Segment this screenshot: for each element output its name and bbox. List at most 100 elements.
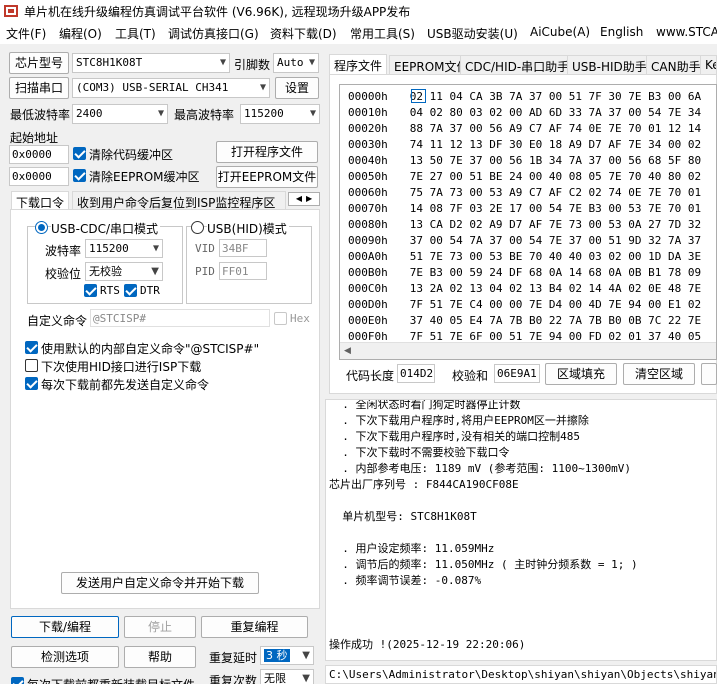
- log-line: 芯片出厂序列号 : F844CA190CF08E: [329, 478, 519, 491]
- hex-row: 00030h 74 11 12 13 DF 30 E0 18 A9 D7 AF 7…: [348, 138, 701, 151]
- dtr-checkbox[interactable]: [124, 284, 137, 297]
- clear-code-checkbox[interactable]: [73, 147, 86, 160]
- log-line: . 调节后的频率: 11.050MHz ( 主时钟分频系数 = 1; ): [329, 558, 638, 571]
- eeprom-address-input[interactable]: 0x0000: [9, 167, 69, 186]
- more-button[interactable]: [701, 363, 717, 385]
- repeat-delay-value: 3 秒: [264, 649, 290, 662]
- chevron-left-icon[interactable]: ◀: [296, 194, 302, 203]
- send-command-before-download-checkbox[interactable]: [25, 377, 38, 390]
- chip-model-button[interactable]: 芯片型号: [9, 52, 69, 74]
- tab-scroll[interactable]: ◀ ▶: [288, 192, 320, 206]
- download-program-button[interactable]: 下载/编程: [11, 616, 119, 638]
- hex-checkbox[interactable]: [274, 312, 287, 325]
- repeat-count-label: 重复次数: [209, 674, 258, 684]
- hex-row-address: 000D0h: [348, 298, 388, 311]
- send-command-download-button[interactable]: 发送用户自定义命令并开始下载: [61, 572, 259, 594]
- hex-row: 00010h 04 02 80 03 02 00 AD 6D 33 7A 37 0…: [348, 106, 701, 119]
- tab-program-file[interactable]: 程序文件: [329, 54, 388, 76]
- port-value: (COM3) USB-SERIAL CH341: [76, 81, 229, 94]
- menu-english[interactable]: English: [600, 25, 643, 39]
- log-line: . 内部参考电压: 1189 mV (参考范围: 1100~1300mV): [329, 462, 632, 475]
- repeat-delay-select[interactable]: 3 秒 ▼: [260, 646, 314, 665]
- menu-website[interactable]: www.STCA: [656, 25, 717, 39]
- custom-command-input[interactable]: @STCISP#: [90, 309, 270, 327]
- hex-row-address: 000C0h: [348, 282, 388, 295]
- scroll-left-icon[interactable]: ◀: [344, 346, 351, 356]
- open-eeprom-file-button[interactable]: 打开EEPROM文件: [216, 166, 318, 188]
- hex-row: 00090h 37 00 54 7A 37 00 54 7E 37 00 51 9…: [348, 234, 701, 247]
- usb-cdc-label: USB-CDC/串口模式: [51, 220, 161, 237]
- open-program-file-button[interactable]: 打开程序文件: [216, 141, 318, 163]
- app-icon: [4, 5, 18, 17]
- pid-label: PID: [195, 265, 215, 278]
- repeat-count-select[interactable]: 无限 ▼: [260, 669, 314, 684]
- pin-count-value: Auto: [277, 56, 304, 69]
- help-button[interactable]: 帮助: [124, 646, 196, 668]
- menu-usb-driver[interactable]: USB驱动安装(U): [427, 25, 518, 42]
- parity-select[interactable]: 无校验 ▼: [85, 262, 163, 281]
- pid-input[interactable]: FF01: [219, 262, 267, 280]
- use-default-command-checkbox[interactable]: [25, 341, 38, 354]
- scan-port-button[interactable]: 扫描串口: [9, 77, 69, 99]
- settings-button[interactable]: 设置: [275, 77, 319, 99]
- hex-row-bytes: 13 50 7E 37 00 56 1B 34 7A 37 00 56 68 5…: [409, 154, 702, 167]
- usb-hid-radio[interactable]: [191, 221, 204, 234]
- hex-row: 00070h 14 08 7F 03 2E 17 00 54 7E B3 00 5…: [348, 202, 701, 215]
- port-select[interactable]: (COM3) USB-SERIAL CH341 ▼: [72, 78, 270, 98]
- menu-common-tools[interactable]: 常用工具(S): [350, 25, 415, 42]
- fill-region-button[interactable]: 区域填充: [545, 363, 617, 385]
- min-baud-label: 最低波特率: [10, 108, 71, 122]
- baud-select[interactable]: 115200 ▼: [85, 239, 163, 258]
- repeat-delay-label: 重复延时: [209, 651, 258, 665]
- menu-program[interactable]: 编程(O): [59, 25, 102, 42]
- reload-file-checkbox[interactable]: [11, 677, 24, 684]
- clear-eeprom-checkbox[interactable]: [73, 169, 86, 182]
- hex-row-address: 00000h: [348, 90, 388, 103]
- dtr-label: DTR: [140, 284, 160, 297]
- min-baud-select[interactable]: 2400 ▼: [72, 104, 168, 124]
- use-hid-next-label: 下次使用HID接口进行ISP下载: [41, 360, 202, 374]
- hex-row-bytes: 13 CA D2 02 A9 D7 AF 7E 73 00 53 0A 27 7…: [409, 218, 702, 231]
- usb-hid-label: USB(HID)模式: [207, 220, 289, 237]
- hex-label: Hex: [290, 312, 310, 325]
- menu-tools[interactable]: 工具(T): [115, 25, 156, 42]
- hex-row-bytes: 37 40 05 E4 7A 7B B0 22 7A 7B B0 0B 7C 2…: [409, 314, 702, 327]
- chip-model-select[interactable]: STC8H1K08T ▼: [72, 53, 230, 73]
- menu-aicube[interactable]: AiCube(A): [530, 25, 590, 39]
- usb-cdc-radio[interactable]: [35, 221, 48, 234]
- use-hid-next-checkbox[interactable]: [25, 359, 38, 372]
- hex-row-address: 00060h: [348, 186, 388, 199]
- code-address-input[interactable]: 0x0000: [9, 145, 69, 164]
- chevron-down-icon: ▼: [157, 108, 164, 119]
- clear-region-button[interactable]: 清空区域: [623, 363, 695, 385]
- hex-row-bytes: 13 2A 02 13 04 02 13 B4 02 14 4A 02 0E 4…: [409, 282, 702, 295]
- use-default-command-label: 使用默认的内部自定义命令"@STCISP#": [41, 342, 260, 356]
- chevron-right-icon[interactable]: ▶: [306, 194, 312, 203]
- log-output[interactable]: . 全闲状态时看门狗定时器停止计数 . 下次下载用户程序时,将用户EEPROM区…: [325, 399, 717, 661]
- pin-count-select[interactable]: Auto ▼: [273, 53, 319, 73]
- log-line: . 用户设定频率: 11.059MHz: [329, 542, 495, 555]
- chevron-down-icon: ▼: [309, 108, 316, 119]
- max-baud-select[interactable]: 115200 ▼: [240, 104, 320, 124]
- vid-input[interactable]: 34BF: [219, 239, 267, 257]
- repeat-program-button[interactable]: 重复编程: [201, 616, 308, 638]
- menu-download[interactable]: 资料下载(D): [270, 25, 337, 42]
- chevron-down-icon: ▼: [151, 266, 159, 277]
- hex-row-address: 000B0h: [348, 266, 388, 279]
- hex-row-address: 00040h: [348, 154, 388, 167]
- rts-checkbox[interactable]: [84, 284, 97, 297]
- hex-row: 000E0h 37 40 05 E4 7A 7B B0 22 7A 7B B0 0…: [348, 314, 701, 327]
- menu-debug[interactable]: 调试仿真接口(G): [168, 25, 259, 42]
- hex-row-address: 000E0h: [348, 314, 388, 327]
- stop-button[interactable]: 停止: [124, 616, 196, 638]
- horizontal-scrollbar[interactable]: ◀: [340, 342, 716, 359]
- menu-file[interactable]: 文件(F): [6, 25, 46, 42]
- hex-row-bytes: 04 02 80 03 02 00 AD 6D 33 7A 37 00 54 7…: [409, 106, 702, 119]
- hex-view[interactable]: 00000h 02 11 04 CA 3B 7A 37 00 51 7F 30 7…: [339, 84, 717, 360]
- tab-more[interactable]: Ke: [700, 55, 717, 74]
- check-options-button[interactable]: 检测选项: [11, 646, 119, 668]
- hex-row-bytes: 7E B3 00 59 24 DF 68 0A 14 68 0A 0B B1 7…: [409, 266, 702, 279]
- log-line: . 下次下载时不需要校验下载口令: [329, 446, 510, 459]
- parity-label: 校验位: [45, 267, 82, 281]
- file-path-field[interactable]: C:\Users\Administrator\Desktop\shiyan\sh…: [325, 665, 717, 684]
